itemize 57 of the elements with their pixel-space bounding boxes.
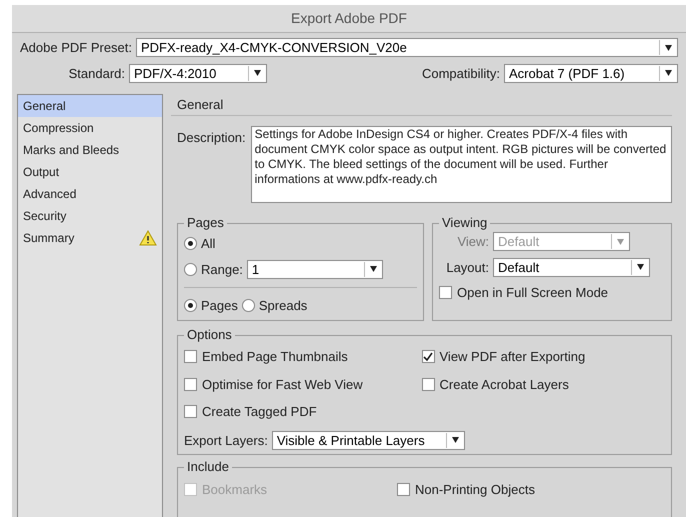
checkbox[interactable] bbox=[439, 286, 452, 300]
standard-dropdown[interactable]: PDF/X-4:2010 bbox=[129, 64, 267, 83]
checkbox[interactable] bbox=[184, 350, 197, 364]
compatibility-label: Compatibility: bbox=[422, 64, 501, 83]
view-label: View: bbox=[456, 233, 489, 251]
radio-label: All bbox=[201, 235, 216, 253]
preset-dropdown[interactable]: PDFX-ready_X4-CMYK-CONVERSION_V20e bbox=[136, 38, 678, 58]
checkbox-label: Non-Printing Objects bbox=[415, 481, 535, 499]
checkbox-label: View PDF after Exporting bbox=[440, 348, 586, 366]
radio-button[interactable] bbox=[184, 299, 197, 312]
section-title: General bbox=[171, 94, 672, 116]
caret-icon bbox=[665, 70, 672, 76]
layout-label: Layout: bbox=[445, 258, 489, 277]
checkbox[interactable] bbox=[397, 483, 410, 496]
checkbox-label: Optimise for Fast Web View bbox=[202, 376, 363, 394]
sidebar-item[interactable]: Security bbox=[18, 205, 162, 227]
sidebar-item[interactable]: Compression bbox=[18, 117, 162, 139]
warning-icon bbox=[139, 230, 157, 246]
caret-icon bbox=[637, 264, 644, 270]
checkbox-label: Embed Page Thumbnails bbox=[202, 348, 348, 366]
layout-dropdown[interactable]: Default bbox=[493, 258, 650, 277]
standard-label: Standard: bbox=[68, 64, 126, 82]
caret-icon bbox=[370, 266, 377, 272]
sidebar-item[interactable]: Summary bbox=[18, 227, 162, 249]
description-label: Description: bbox=[177, 129, 246, 147]
group-title: Viewing bbox=[439, 215, 490, 231]
compatibility-dropdown[interactable]: Acrobat 7 (PDF 1.6) bbox=[504, 64, 678, 83]
caret-icon bbox=[617, 238, 624, 245]
radio-label: Spreads bbox=[258, 297, 308, 315]
sidebar-item[interactable]: Output bbox=[18, 161, 162, 183]
radio-button[interactable] bbox=[242, 299, 255, 312]
radio-label: Pages bbox=[201, 297, 238, 315]
preset-label: Adobe PDF Preset: bbox=[20, 39, 132, 57]
checkbox-label: Open in Full Screen Mode bbox=[457, 284, 608, 302]
caret-icon bbox=[452, 437, 459, 444]
checkbox[interactable] bbox=[184, 405, 197, 418]
description-box[interactable]: Settings for Adobe InDesign CS4 or higher. Creates PDF/X-4 files with document CMYK color space as output intent. RGB pictures will be converted to CMYK. The bleed settings of the document will be used. Further informations at www.pdfx-ready.ch bbox=[250, 126, 672, 203]
sidebar-item[interactable]: General bbox=[18, 95, 162, 117]
caret-icon bbox=[665, 44, 672, 51]
radio-button[interactable] bbox=[184, 237, 197, 250]
radio-label: Range: bbox=[201, 260, 243, 279]
checkbox-label: Bookmarks bbox=[202, 481, 268, 499]
range-combo[interactable]: 1 bbox=[246, 260, 383, 279]
sidebar-item[interactable]: Marks and Bleeds bbox=[18, 139, 162, 161]
window-title: Export Adobe PDF bbox=[291, 9, 407, 28]
radio-button[interactable] bbox=[184, 262, 197, 276]
caret-icon bbox=[254, 70, 261, 76]
group-title: Options bbox=[184, 327, 235, 343]
checkbox[interactable] bbox=[422, 378, 434, 391]
checkbox[interactable] bbox=[184, 378, 197, 391]
checkbox[interactable] bbox=[422, 350, 434, 364]
export-layers-dropdown[interactable]: Visible & Printable Layers bbox=[272, 430, 465, 450]
group-title: Pages bbox=[184, 215, 227, 231]
sidebar-item[interactable]: Advanced bbox=[18, 183, 162, 205]
checkbox-label: Create Tagged PDF bbox=[202, 403, 317, 421]
checkbox-label: Create Acrobat Layers bbox=[440, 376, 569, 394]
export-layers-label: Export Layers: bbox=[184, 432, 268, 450]
